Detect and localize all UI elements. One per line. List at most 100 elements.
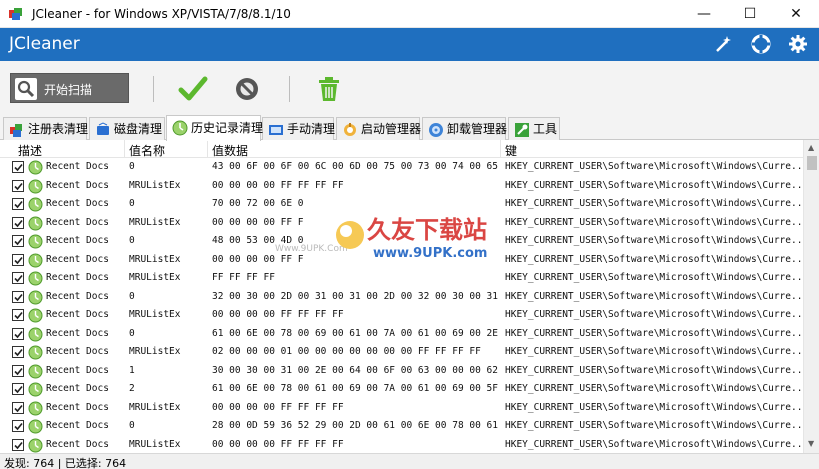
cell-value-data: 61 00 6E 00 78 00 69 00 61 00 7A 00 61 0… bbox=[212, 327, 498, 339]
disable-icon[interactable] bbox=[232, 74, 262, 104]
tab-registry-clean[interactable]: 注册表清理 bbox=[3, 117, 88, 140]
check-icon[interactable] bbox=[178, 74, 208, 104]
cell-value-name: 0 bbox=[129, 161, 135, 172]
wand-icon[interactable] bbox=[712, 33, 734, 55]
cell-value-data: 30 00 30 00 31 00 2E 00 64 00 6F 00 63 0… bbox=[212, 364, 498, 376]
cell-description: Recent Docs bbox=[46, 438, 109, 450]
scroll-thumb[interactable] bbox=[807, 156, 817, 170]
cell-key: HKEY_CURRENT_USER\Software\Microsoft\Win… bbox=[505, 290, 801, 302]
row-checkbox[interactable] bbox=[12, 401, 24, 414]
column-header-description[interactable]: 描述 bbox=[18, 142, 42, 159]
table-row[interactable]: Recent Docs MRUListEx 00 00 00 00 FF FF FF… bbox=[0, 306, 803, 325]
cell-value-name: MRUListEx bbox=[129, 272, 181, 283]
row-checkbox[interactable] bbox=[12, 383, 24, 395]
toolbar: 开始扫描 bbox=[0, 61, 819, 115]
row-checkbox[interactable] bbox=[12, 290, 24, 303]
table-row[interactable]: Recent Docs MRUListEx 00 00 00 00 FF FF FF… bbox=[0, 177, 803, 196]
trash-icon[interactable] bbox=[314, 74, 344, 104]
column-divider[interactable] bbox=[500, 140, 501, 158]
lifebuoy-icon[interactable] bbox=[750, 33, 772, 55]
table-row[interactable]: Recent Docs 1 30 00 30 00 31 00 2E 00 64 0… bbox=[0, 362, 803, 381]
cell-description: Recent Docs bbox=[46, 161, 109, 172]
table-body: Recent Docs 0 43 00 6F 00 6F 00 6C 00 6D 0… bbox=[0, 158, 803, 453]
tab-uninstall-manager[interactable]: 卸载管理器 bbox=[422, 117, 507, 140]
tools-icon bbox=[515, 123, 529, 137]
cell-key: HKEY_CURRENT_USER\Software\Microsoft\Win… bbox=[505, 161, 801, 172]
cell-value-name: MRUListEx bbox=[129, 438, 181, 450]
gear-icon[interactable] bbox=[787, 33, 809, 55]
cell-value-data: 28 00 0D 59 36 52 29 00 2D 00 61 00 6E 0… bbox=[212, 420, 498, 431]
column-divider[interactable] bbox=[207, 140, 208, 158]
cell-description: Recent Docs bbox=[46, 346, 109, 357]
minimize-button[interactable]: — bbox=[681, 0, 727, 28]
cell-key: HKEY_CURRENT_USER\Software\Microsoft\Win… bbox=[505, 309, 801, 320]
start-scan-button[interactable]: 开始扫描 bbox=[10, 73, 129, 103]
table-row[interactable]: Recent Docs MRUListEx 00 00 00 00 FF FF FF… bbox=[0, 436, 803, 454]
row-checkbox[interactable] bbox=[12, 253, 24, 266]
scroll-up-arrow[interactable]: ▲ bbox=[808, 144, 816, 152]
status-text: 发现: 764 | 已选择: 764 bbox=[4, 457, 127, 469]
table-row[interactable]: Recent Docs 2 61 00 6E 00 78 00 61 00 69 0… bbox=[0, 380, 803, 399]
row-checkbox[interactable] bbox=[12, 235, 24, 247]
tab-bar: 注册表清理 磁盘清理 历史记录清理 手动清理 启动管理器 卸载管理器 工具 bbox=[0, 115, 819, 141]
row-checkbox[interactable] bbox=[12, 309, 24, 321]
table-row[interactable]: Recent Docs MRUListEx FF FF FF FF HKEY_CURR… bbox=[0, 269, 803, 288]
cell-description: Recent Docs bbox=[46, 179, 109, 191]
tab-startup-manager[interactable]: 启动管理器 bbox=[336, 117, 422, 140]
table-row[interactable]: Recent Docs 0 61 00 6E 00 78 00 69 00 61 0… bbox=[0, 325, 803, 344]
row-checkbox[interactable] bbox=[12, 272, 24, 284]
tab-history-clean[interactable]: 历史记录清理 bbox=[166, 115, 263, 141]
cell-value-data: 00 00 00 00 FF FF FF FF bbox=[212, 179, 344, 191]
column-divider[interactable] bbox=[124, 140, 125, 158]
cell-value-data: 32 00 30 00 2D 00 31 00 31 00 2D 00 32 0… bbox=[212, 290, 498, 302]
cell-description: Recent Docs bbox=[46, 253, 109, 265]
start-scan-label: 开始扫描 bbox=[44, 83, 93, 97]
table-row[interactable]: Recent Docs 0 32 00 30 00 2D 00 31 00 31 0… bbox=[0, 288, 803, 307]
close-button[interactable]: ✕ bbox=[773, 0, 819, 28]
tab-tools[interactable]: 工具 bbox=[508, 117, 560, 140]
tab-label: 磁盘清理 bbox=[114, 122, 163, 136]
watermark-faint-url: Www.9UPK.Com bbox=[275, 244, 348, 254]
maximize-button[interactable]: ☐ bbox=[727, 0, 773, 28]
recent-docs-icon bbox=[28, 364, 43, 378]
cell-description: Recent Docs bbox=[46, 401, 109, 413]
row-checkbox[interactable] bbox=[12, 179, 24, 192]
startup-icon bbox=[344, 123, 356, 136]
row-checkbox[interactable] bbox=[12, 420, 24, 432]
recent-docs-icon bbox=[28, 419, 43, 434]
recent-docs-icon bbox=[28, 327, 43, 341]
tab-label: 启动管理器 bbox=[361, 122, 422, 136]
manual-icon bbox=[269, 125, 283, 135]
watermark-url: www.9UPK.com bbox=[373, 246, 487, 261]
column-header-key[interactable]: 键 bbox=[505, 142, 517, 159]
table-row[interactable]: Recent Docs 0 28 00 0D 59 36 52 29 00 2D 0… bbox=[0, 417, 803, 436]
row-checkbox[interactable] bbox=[12, 346, 24, 358]
column-header-value-data[interactable]: 值数据 bbox=[212, 142, 248, 159]
table-row[interactable]: Recent Docs 0 43 00 6F 00 6F 00 6C 00 6D 0… bbox=[0, 158, 803, 177]
recent-docs-icon bbox=[28, 290, 43, 304]
cell-value-name: MRUListEx bbox=[129, 179, 181, 191]
watermark-brand: 久友下载站 bbox=[367, 216, 487, 244]
cell-key: HKEY_CURRENT_USER\Software\Microsoft\Win… bbox=[505, 346, 801, 357]
column-header-value-name[interactable]: 值名称 bbox=[129, 142, 165, 159]
window-title: JCleaner - for Windows XP/VISTA/7/8/8.1/… bbox=[32, 7, 291, 21]
row-checkbox[interactable] bbox=[12, 438, 24, 451]
recent-docs-icon bbox=[28, 308, 43, 323]
scroll-down-arrow[interactable]: ▼ bbox=[808, 440, 816, 448]
results-table: 描述 值名称 值数据 键 Recent Docs 0 43 00 6F 00 6F … bbox=[0, 140, 819, 453]
row-checkbox[interactable] bbox=[12, 327, 24, 340]
row-checkbox[interactable] bbox=[12, 216, 24, 229]
row-checkbox[interactable] bbox=[12, 161, 24, 173]
cell-key: HKEY_CURRENT_USER\Software\Microsoft\Win… bbox=[505, 401, 801, 413]
row-checkbox[interactable] bbox=[12, 198, 24, 210]
tab-manual-clean[interactable]: 手动清理 bbox=[262, 117, 335, 140]
recent-docs-icon bbox=[28, 382, 43, 397]
table-row[interactable]: Recent Docs MRUListEx 00 00 00 00 FF FF FF… bbox=[0, 399, 803, 418]
cell-value-name: 0 bbox=[129, 198, 135, 209]
vertical-scrollbar[interactable]: ▲ ▼ bbox=[803, 140, 819, 453]
tab-disk-clean[interactable]: 磁盘清理 bbox=[89, 117, 165, 140]
cell-value-data: 43 00 6F 00 6F 00 6C 00 6D 00 75 00 73 0… bbox=[212, 161, 498, 172]
row-checkbox[interactable] bbox=[12, 364, 24, 377]
recent-docs-icon bbox=[28, 271, 43, 286]
table-row[interactable]: Recent Docs MRUListEx 02 00 00 00 01 00 00… bbox=[0, 343, 803, 362]
